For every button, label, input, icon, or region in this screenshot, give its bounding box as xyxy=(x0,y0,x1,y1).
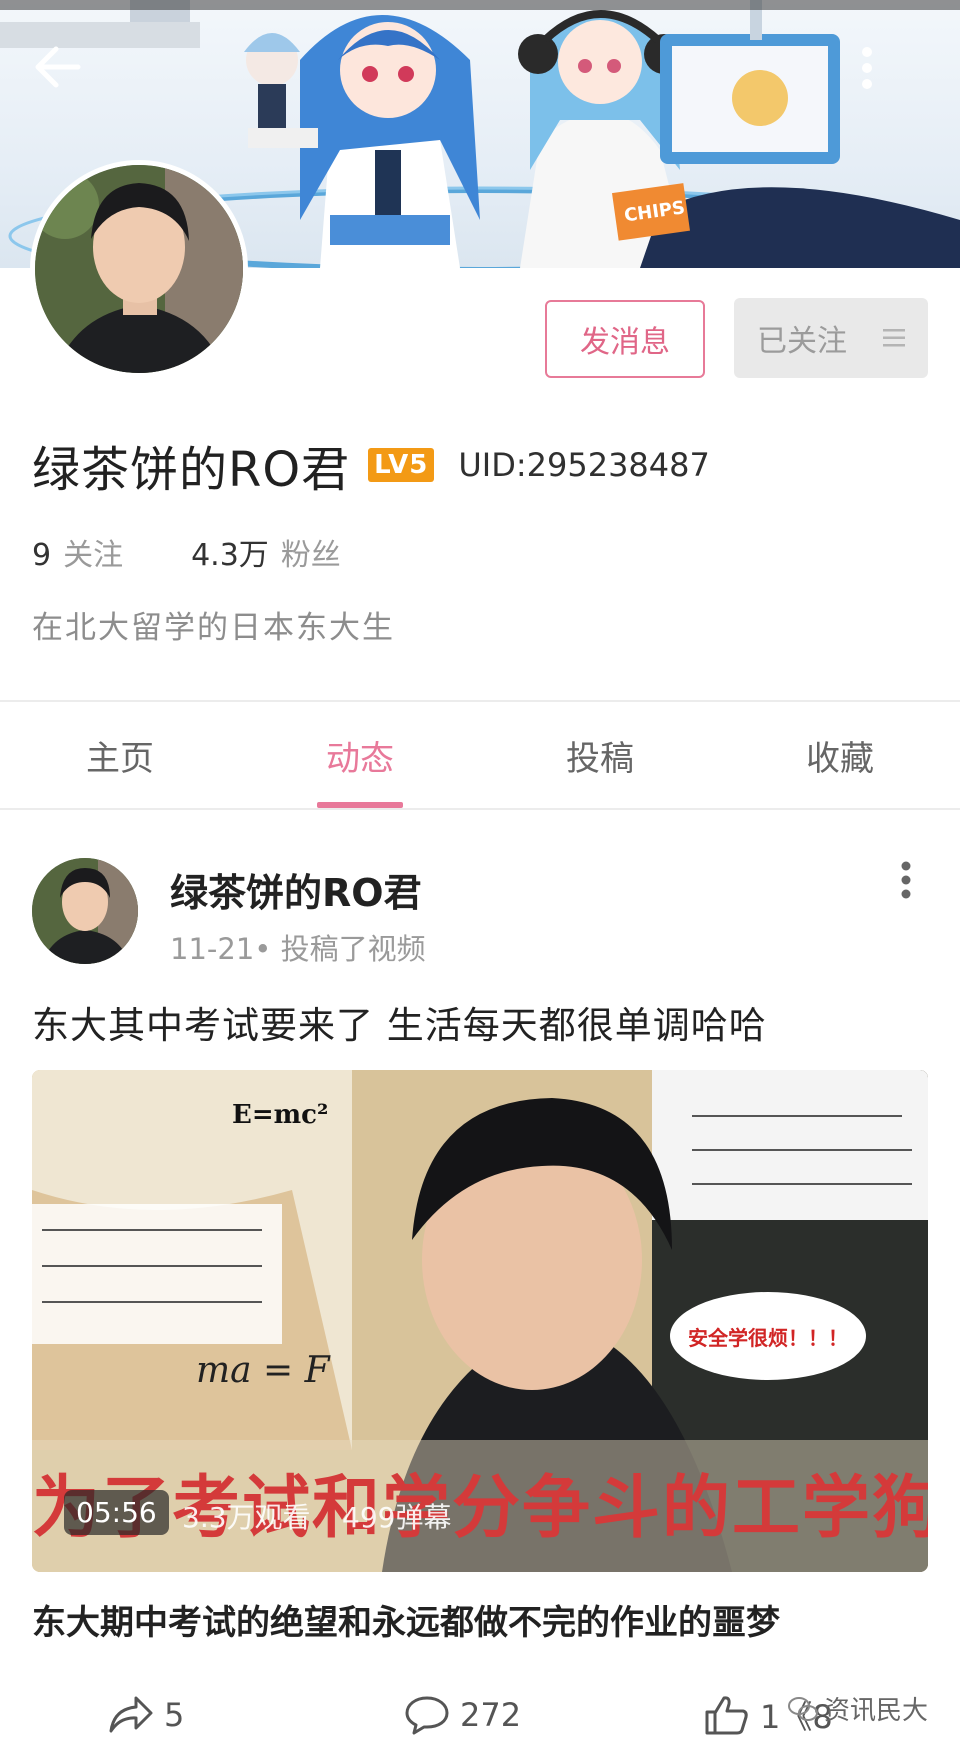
following-label: 已关注 xyxy=(757,324,847,359)
thumbnail-speech-bubble: 安全学很烦！！！ xyxy=(670,1292,866,1380)
more-vertical-icon xyxy=(901,861,911,899)
post-meta: 11-21• 投稿了视频 xyxy=(170,932,426,966)
more-vertical-icon xyxy=(862,47,872,89)
level-badge: LV5 xyxy=(368,448,435,482)
post-author-avatar[interactable] xyxy=(32,858,138,964)
comment-bubble-icon xyxy=(405,1696,449,1735)
tab-home[interactable]: 主页 xyxy=(0,702,240,808)
status-bar xyxy=(0,0,960,10)
thumbs-up-icon xyxy=(705,1696,748,1735)
tab-favorites[interactable]: 收藏 xyxy=(720,702,960,808)
post-text: 东大其中考试要来了 生活每天都很单调哈哈 xyxy=(32,1004,767,1047)
video-danmaku-count: 499弹幕 xyxy=(342,1501,452,1534)
post-more-button[interactable] xyxy=(884,852,928,908)
send-message-label: 发消息 xyxy=(580,325,670,360)
comment-count: 272 xyxy=(460,1696,522,1734)
share-button[interactable]: 5 xyxy=(108,1680,184,1750)
more-options-button[interactable] xyxy=(860,45,940,125)
tab-uploads[interactable]: 投稿 xyxy=(480,702,720,808)
tab-activity[interactable]: 动态 xyxy=(240,702,480,808)
profile-avatar[interactable] xyxy=(30,160,248,378)
wechat-icon xyxy=(788,1696,818,1721)
comment-button[interactable]: 272 xyxy=(404,1680,521,1750)
profile-bio: 在北大留学的日本东大生 xyxy=(32,610,395,646)
profile-stats: 9 关注 4.3万 粉丝 xyxy=(32,530,341,574)
profile-name-row: 绿茶饼的RO君 LV5 UID:295238487 xyxy=(32,430,710,500)
send-message-button[interactable]: 发消息 xyxy=(545,300,705,378)
post-author-name[interactable]: 绿茶饼的RO君 xyxy=(170,862,422,917)
following-stat-label[interactable]: 关注 xyxy=(63,530,123,574)
thumbnail-formula-bottom: ma = F xyxy=(196,1350,330,1391)
arrow-left-icon xyxy=(35,46,81,88)
avatar-photo xyxy=(32,858,138,964)
user-uid: UID:295238487 xyxy=(458,446,710,484)
share-arrow-icon xyxy=(109,1696,153,1733)
followers-stat-label[interactable]: 粉丝 xyxy=(281,530,341,574)
video-thumbnail[interactable]: E=mc² ma = F 安全学很烦！！！ 为了考试和学分争斗的工学狗 05:5… xyxy=(32,1070,928,1572)
thumbnail-formula-top: E=mc² xyxy=(232,1100,329,1130)
followers-count[interactable]: 4.3万 xyxy=(191,530,269,574)
video-views: 3.3万观看 xyxy=(182,1501,311,1534)
wechat-watermark: 资讯民大 xyxy=(788,1690,928,1727)
video-duration: 05:56 xyxy=(64,1490,169,1535)
share-count: 5 xyxy=(164,1696,185,1734)
avatar-photo xyxy=(35,165,243,373)
video-title[interactable]: 东大期中考试的绝望和永远都做不完的作业的噩梦 xyxy=(32,1595,780,1644)
divider xyxy=(0,808,960,810)
following-count[interactable]: 9 xyxy=(32,538,51,573)
profile-name: 绿茶饼的RO君 xyxy=(32,442,351,498)
back-button[interactable] xyxy=(34,45,114,125)
profile-tabs: 主页 动态 投稿 收藏 xyxy=(0,702,960,808)
watermark-text: 资讯民大 xyxy=(824,1696,929,1726)
menu-lines-icon xyxy=(883,329,905,347)
following-button[interactable]: 已关注 xyxy=(734,298,928,378)
